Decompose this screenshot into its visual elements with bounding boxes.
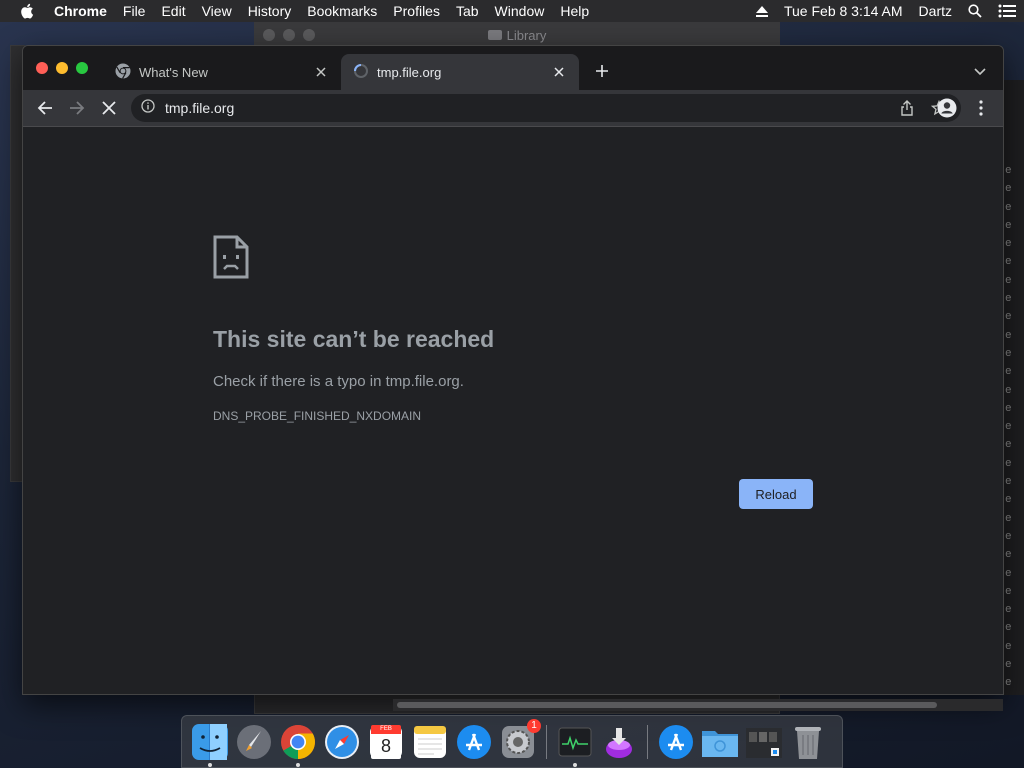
- tab-tmp-file-org[interactable]: tmp.file.org: [341, 54, 579, 90]
- app-store-icon[interactable]: [455, 723, 493, 761]
- menu-window[interactable]: Window: [487, 0, 553, 22]
- running-indicator: [296, 762, 300, 767]
- folder-icon: [487, 30, 502, 40]
- new-tab-button[interactable]: [593, 62, 611, 80]
- reload-button[interactable]: Reload: [739, 479, 813, 509]
- calendar-month: FEB: [371, 724, 401, 734]
- launchpad-icon[interactable]: [235, 723, 273, 761]
- notes-icon[interactable]: [411, 723, 449, 761]
- url-text[interactable]: tmp.file.org: [165, 100, 887, 116]
- background-window-title: Library: [255, 28, 779, 43]
- system-preferences-icon[interactable]: 1: [499, 718, 541, 761]
- close-window-button[interactable]: [36, 62, 48, 74]
- finder-icon[interactable]: [191, 723, 229, 767]
- profile-avatar-icon[interactable]: [935, 96, 959, 120]
- running-indicator: [573, 762, 577, 767]
- chrome-icon[interactable]: [279, 723, 317, 767]
- menubar-clock[interactable]: Tue Feb 8 3:14 AM: [776, 3, 911, 19]
- error-heading: This site can’t be reached: [213, 326, 495, 352]
- tab-strip: What's New tmp.file.org: [23, 46, 1003, 90]
- close-tab-icon[interactable]: [313, 64, 329, 80]
- address-bar[interactable]: tmp.file.org: [131, 94, 961, 122]
- menu-profiles[interactable]: Profiles: [385, 0, 448, 22]
- notification-center-icon[interactable]: [990, 4, 1024, 18]
- tab-search-chevron-down-icon[interactable]: [973, 64, 989, 80]
- calendar-icon[interactable]: FEB 8: [367, 723, 405, 761]
- close-tab-icon[interactable]: [551, 64, 567, 80]
- more-menu-icon[interactable]: [969, 96, 993, 120]
- folder-icon[interactable]: [701, 723, 739, 761]
- menu-app-name[interactable]: Chrome: [50, 0, 115, 22]
- loading-spinner-icon: [353, 63, 369, 82]
- dock-separator: [546, 724, 547, 759]
- stop-loading-button[interactable]: [95, 94, 123, 122]
- files-icon[interactable]: [745, 723, 783, 761]
- eject-icon[interactable]: [748, 5, 776, 17]
- dock-separator: [647, 724, 648, 759]
- minimize-window-button[interactable]: [56, 62, 68, 74]
- error-message: Check if there is a typo in tmp.file.org…: [213, 373, 464, 390]
- error-code: DNS_PROBE_FINISHED_NXDOMAIN: [213, 409, 422, 423]
- menu-bar: Chrome File Edit View History Bookmarks …: [0, 0, 1024, 22]
- menu-view[interactable]: View: [194, 0, 240, 22]
- app-store-downloads-icon[interactable]: [657, 723, 695, 761]
- activity-monitor-icon[interactable]: [556, 723, 594, 767]
- forward-button[interactable]: [63, 94, 91, 122]
- browser-toolbar: tmp.file.org: [23, 90, 1003, 127]
- back-button[interactable]: [31, 94, 59, 122]
- sad-page-icon: [213, 235, 249, 284]
- menu-history[interactable]: History: [240, 0, 300, 22]
- menu-file[interactable]: File: [115, 0, 154, 22]
- maximize-window-button[interactable]: [76, 62, 88, 74]
- menu-bookmarks[interactable]: Bookmarks: [299, 0, 385, 22]
- scrollbar-thumb[interactable]: [397, 702, 937, 708]
- tab-title: What's New: [139, 64, 208, 80]
- page-content: This site can’t be reached Check if ther…: [23, 127, 1003, 694]
- menu-help[interactable]: Help: [552, 0, 597, 22]
- running-indicator: [208, 762, 212, 767]
- tab-title: tmp.file.org: [377, 64, 442, 80]
- window-controls: [36, 62, 88, 74]
- menu-edit[interactable]: Edit: [153, 0, 193, 22]
- trash-icon[interactable]: [789, 723, 827, 761]
- installer-icon[interactable]: [600, 723, 638, 761]
- share-icon[interactable]: [895, 96, 919, 120]
- background-horizontal-scrollbar[interactable]: [393, 699, 1003, 711]
- dock: FEB 8 1: [181, 715, 843, 768]
- background-window-titlebar[interactable]: Library: [255, 23, 779, 47]
- tab-whats-new[interactable]: What's New: [103, 54, 341, 90]
- chrome-icon: [115, 63, 131, 82]
- notification-badge: 1: [527, 718, 541, 733]
- site-info-icon[interactable]: [141, 98, 155, 118]
- menu-tab[interactable]: Tab: [448, 0, 487, 22]
- apple-menu-icon[interactable]: [18, 2, 36, 20]
- background-text-column: eeeeeeeeeeeeeeeeeeeeeeeeeeeee: [1005, 165, 1012, 690]
- calendar-day: 8: [371, 733, 401, 759]
- menubar-user[interactable]: Dartz: [911, 3, 960, 19]
- status-area: Tue Feb 8 3:14 AM Dartz: [748, 3, 1024, 19]
- spotlight-search-icon[interactable]: [960, 4, 990, 18]
- background-window-title-text: Library: [506, 27, 547, 43]
- safari-icon[interactable]: [323, 723, 361, 761]
- chrome-window: What's New tmp.file.org tmp.file.org Thi…: [22, 45, 1004, 695]
